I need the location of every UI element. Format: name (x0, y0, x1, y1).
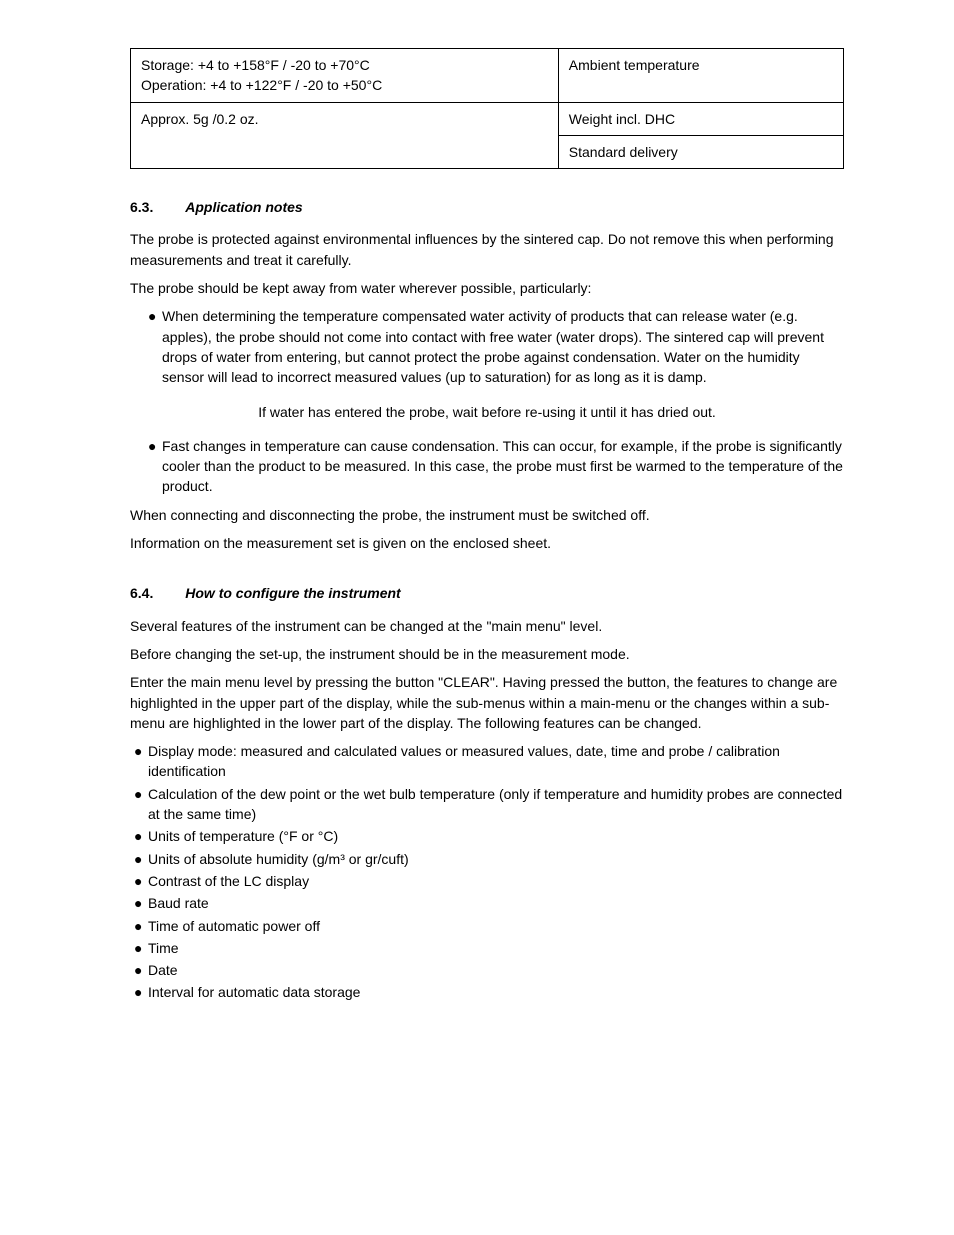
bullet-icon: ● (134, 960, 148, 980)
bullet-text: Units of temperature (°F or °C) (148, 826, 844, 846)
paragraph: The probe should be kept away from water… (130, 278, 844, 298)
bullet-icon: ● (134, 893, 148, 913)
cell-weight-label: Weight incl. DHC (558, 102, 843, 135)
list-item: ●Display mode: measured and calculated v… (134, 741, 844, 782)
bullet-text: When determining the temperature compens… (162, 306, 844, 387)
list-item: ●Units of absolute humidity (g/m³ or gr/… (134, 849, 844, 869)
section-number: 6.3. (130, 199, 153, 215)
bullet-icon: ● (134, 826, 148, 846)
bullet-text: Time (148, 938, 844, 958)
cell-std-delivery: Standard delivery (558, 135, 843, 168)
paragraph: Information on the measurement set is gi… (130, 533, 844, 553)
bullet-icon: ● (148, 306, 162, 326)
bullet-text: Interval for automatic data storage (148, 982, 844, 1002)
bullet-icon: ● (134, 982, 148, 1002)
paragraph: Before changing the set-up, the instrume… (130, 644, 844, 664)
list-item: ● When determining the temperature compe… (148, 306, 844, 387)
bullet-text: Units of absolute humidity (g/m³ or gr/c… (148, 849, 844, 869)
bullet-icon: ● (134, 849, 148, 869)
bullet-text: Baud rate (148, 893, 844, 913)
spec-table: Storage: +4 to +158°F / -20 to +70°C Ope… (130, 48, 844, 169)
paragraph: Enter the main menu level by pressing th… (130, 672, 844, 733)
list-item: ●Interval for automatic data storage (134, 982, 844, 1002)
list-item: ●Date (134, 960, 844, 980)
list-item: ●Time of automatic power off (134, 916, 844, 936)
bullet-icon: ● (134, 871, 148, 891)
section-heading-6-4: 6.4. How to configure the instrument (130, 583, 844, 603)
bullet-group: ● When determining the temperature compe… (148, 306, 844, 387)
list-item: ●Contrast of the LC display (134, 871, 844, 891)
list-item: ●Calculation of the dew point or the wet… (134, 784, 844, 825)
bullet-icon: ● (134, 916, 148, 936)
document-page: Storage: +4 to +158°F / -20 to +70°C Ope… (0, 0, 954, 1235)
bullet-text: Contrast of the LC display (148, 871, 844, 891)
center-note: If water has entered the probe, wait bef… (130, 402, 844, 422)
paragraph: The probe is protected against environme… (130, 229, 844, 270)
feature-list: ●Display mode: measured and calculated v… (134, 741, 844, 1003)
list-item: ●Time (134, 938, 844, 958)
table-row: Approx. 5g /0.2 oz. Weight incl. DHC (131, 102, 844, 135)
bullet-text: Fast changes in temperature can cause co… (162, 436, 844, 497)
bullet-text: Date (148, 960, 844, 980)
cell-weight-text: Approx. 5g /0.2 oz. (131, 102, 559, 169)
section-title: How to configure the instrument (185, 585, 400, 601)
bullet-icon: ● (134, 741, 148, 761)
bullet-group: ● Fast changes in temperature can cause … (148, 436, 844, 497)
cell-line: Storage: +4 to +158°F / -20 to +70°C (141, 57, 370, 73)
cell-ambient-text: Storage: +4 to +158°F / -20 to +70°C Ope… (131, 49, 559, 103)
paragraph: Several features of the instrument can b… (130, 616, 844, 636)
table-row: Storage: +4 to +158°F / -20 to +70°C Ope… (131, 49, 844, 103)
paragraph: When connecting and disconnecting the pr… (130, 505, 844, 525)
bullet-icon: ● (134, 938, 148, 958)
bullet-text: Calculation of the dew point or the wet … (148, 784, 844, 825)
cell-ambient-label: Ambient temperature (558, 49, 843, 103)
bullet-icon: ● (134, 784, 148, 804)
list-item: ●Units of temperature (°F or °C) (134, 826, 844, 846)
list-item: ●Baud rate (134, 893, 844, 913)
list-item: ● Fast changes in temperature can cause … (148, 436, 844, 497)
section-heading-6-3: 6.3. Application notes (130, 197, 844, 217)
bullet-text: Display mode: measured and calculated va… (148, 741, 844, 782)
section-title: Application notes (185, 199, 302, 215)
bullet-text: Time of automatic power off (148, 916, 844, 936)
bullet-icon: ● (148, 436, 162, 456)
cell-line: Operation: +4 to +122°F / -20 to +50°C (141, 77, 382, 93)
section-number: 6.4. (130, 585, 153, 601)
